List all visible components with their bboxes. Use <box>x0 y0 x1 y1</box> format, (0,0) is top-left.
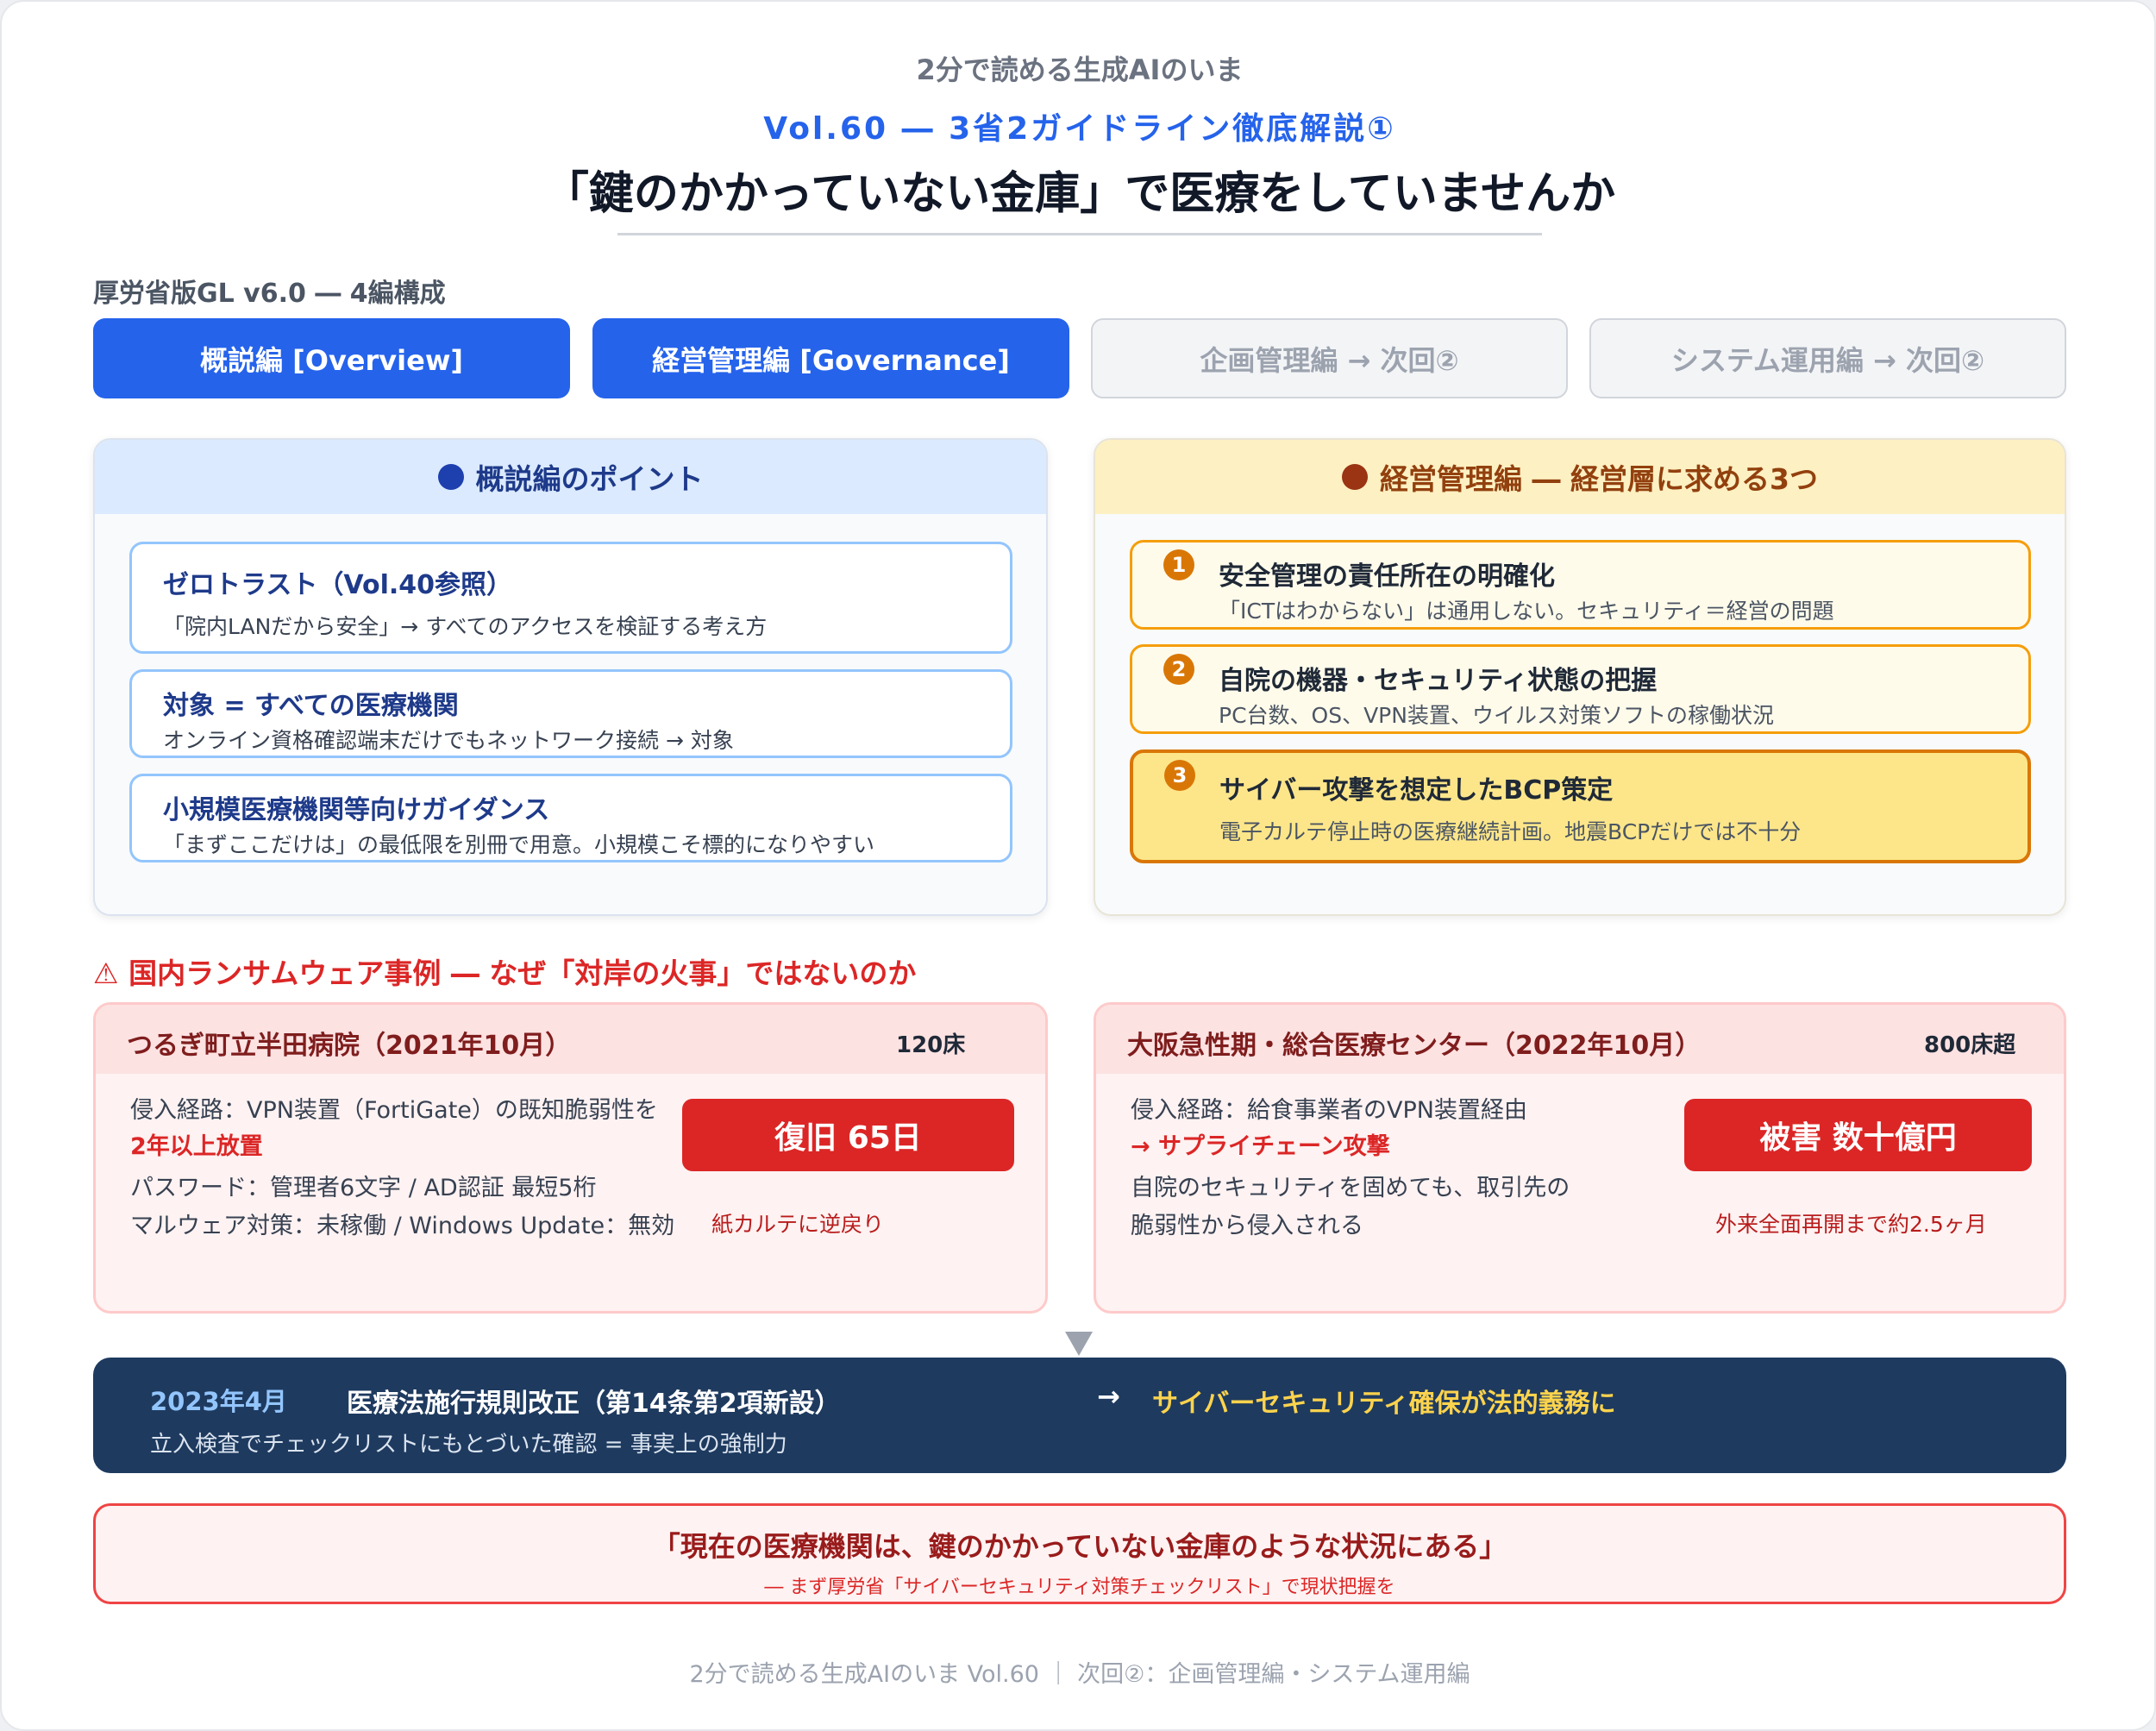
tab-governance[interactable]: 経営管理編 [Governance] <box>592 318 1069 398</box>
bullet-dot-icon <box>437 464 464 490</box>
down-arrow-icon <box>1065 1332 1093 1356</box>
overview-panel: 概説編のポイント ゼロトラスト（Vol.40参照） 「院内LANだから安全」→ … <box>93 438 1048 916</box>
recovery-badge: 復旧 65日 <box>682 1099 1014 1171</box>
case-title: つるぎ町立半田病院（2021年10月） <box>127 1031 572 1061</box>
infographic-page: 2分で読める生成AIのいま Vol.60 ― 3省2ガイドライン徹底解説① 「鍵… <box>0 0 2156 1731</box>
governance-item-1: 1 安全管理の責任所在の明確化 「ICTはわからない」は通用しない。セキュリティ… <box>1130 540 2031 630</box>
quote-main: 「現在の医療機関は、鍵のかかっていない金庫のような状況にある」 <box>652 1530 1507 1563</box>
law-amendment-bar: 2023年4月 医療法施行規則改正（第14条第2項新設） → サイバーセキュリテ… <box>93 1358 2066 1473</box>
case-line-highlight: 2年以上放置 <box>130 1133 263 1160</box>
number-1-icon: 1 <box>1163 549 1194 580</box>
overview-card-small-clinic: 小規模医療機関等向けガイダンス 「まずここだけは」の最低限を別冊で用意。小規模こ… <box>129 774 1012 862</box>
card-title: ゼロトラスト（Vol.40参照） <box>163 570 513 600</box>
case-line: マルウェア対策：未稼働 / Windows Update：無効 <box>130 1213 675 1239</box>
governance-heading: 経営管理編 ― 経営層に求める3つ <box>1380 462 1818 496</box>
case-title: 大阪急性期・総合医療センター（2022年10月） <box>1127 1031 1702 1061</box>
card-text: 「まずここだけは」の最低限を別冊で用意。小規模こそ標的になりやすい <box>163 832 875 857</box>
tab-planning[interactable]: 企画管理編 → 次回② <box>1091 318 1568 398</box>
item-title: サイバー攻撃を想定したBCP策定 <box>1219 775 1614 806</box>
damage-badge: 被害 数十億円 <box>1684 1099 2032 1171</box>
overview-panel-header: 概説編のポイント <box>95 440 1046 514</box>
case-line: 侵入経路：給食事業者のVPN装置経由 <box>1131 1097 1527 1124</box>
item-text: 電子カルテ停止時の医療継続計画。地震BCPだけでは不十分 <box>1219 819 1802 844</box>
tab-system-operations[interactable]: システム運用編 → 次回② <box>1589 318 2066 398</box>
law-subtext: 立入検査でチェックリストにもとづいた確認 = 事実上の強制力 <box>150 1432 787 1458</box>
governance-panel: 経営管理編 ― 経営層に求める3つ 1 安全管理の責任所在の明確化 「ICTはわ… <box>1094 438 2066 916</box>
ransomware-heading: ⚠ 国内ランサムウェア事例 ― なぜ「対岸の火事」ではないのか <box>93 956 917 990</box>
badge-note: 外来全面再開まで約2.5ヶ月 <box>1715 1212 1987 1237</box>
guideline-label: 厚労省版GL v6.0 ― 4編構成 <box>93 279 446 309</box>
item-text: PC台数、OS、VPN装置、ウイルス対策ソフトの稼働状況 <box>1219 703 1774 728</box>
footer: 2分で読める生成AIのいま Vol.60 ｜ 次回②：企画管理編・システム運用編 <box>689 1661 1470 1688</box>
overview-card-scope: 対象 = すべての医療機関 オンライン資格確認端末だけでもネットワーク接続 → … <box>129 669 1012 758</box>
card-title: 小規模医療機関等向けガイダンス <box>163 795 550 825</box>
law-date: 2023年4月 <box>150 1387 287 1416</box>
volume-subtitle: Vol.60 ― 3省2ガイドライン徹底解説① <box>763 111 1396 147</box>
case-beds: 800床超 <box>1924 1032 2016 1058</box>
law-name: 医療法施行規則改正（第14条第2項新設） <box>347 1389 841 1419</box>
case-line: 侵入経路：VPN装置（FortiGate）の既知脆弱性を <box>130 1097 658 1124</box>
series-name: 2分で読める生成AIのいま <box>916 53 1244 86</box>
quote-box: 「現在の医療機関は、鍵のかかっていない金庫のような状況にある」 ― まず厚労省「… <box>93 1503 2066 1604</box>
bullet-dot-icon <box>1342 464 1369 490</box>
case-beds: 120床 <box>896 1032 966 1058</box>
law-result: サイバーセキュリティ確保が法的義務に <box>1152 1389 1616 1419</box>
page-title: 「鍵のかかっていない金庫」で医療をしていませんか <box>543 168 1616 220</box>
item-text: 「ICTはわからない」は通用しない。セキュリティ＝経営の問題 <box>1219 599 1834 624</box>
number-2-icon: 2 <box>1163 654 1194 685</box>
case-header: つるぎ町立半田病院（2021年10月） 120床 <box>96 1005 1045 1074</box>
tab-overview[interactable]: 概説編 [Overview] <box>93 318 570 398</box>
item-title: 安全管理の責任所在の明確化 <box>1219 561 1555 592</box>
governance-item-2: 2 自院の機器・セキュリティ状態の把握 PC台数、OS、VPN装置、ウイルス対策… <box>1130 644 2031 734</box>
right-arrow-icon: → <box>1097 1380 1120 1413</box>
title-divider <box>617 233 1542 235</box>
item-title: 自院の機器・セキュリティ状態の把握 <box>1219 666 1658 696</box>
overview-card-zero-trust: ゼロトラスト（Vol.40参照） 「院内LANだから安全」→ すべてのアクセスを… <box>129 542 1012 654</box>
governance-panel-header: 経営管理編 ― 経営層に求める3つ <box>1095 440 2065 514</box>
badge-note: 紙カルテに逆戻り <box>711 1212 885 1237</box>
case-handa-hospital: つるぎ町立半田病院（2021年10月） 120床 侵入経路：VPN装置（Fort… <box>93 1002 1048 1314</box>
number-3-icon: 3 <box>1164 760 1195 791</box>
overview-heading: 概説編のポイント <box>475 462 704 496</box>
case-line: 脆弱性から侵入される <box>1131 1213 1363 1239</box>
case-osaka-center: 大阪急性期・総合医療センター（2022年10月） 800床超 侵入経路：給食事業… <box>1094 1002 2066 1314</box>
card-title: 対象 = すべての医療機関 <box>163 691 459 721</box>
card-text: 「院内LANだから安全」→ すべてのアクセスを検証する考え方 <box>163 614 768 639</box>
case-line: 自院のセキュリティを固めても、取引先の <box>1131 1175 1570 1201</box>
card-text: オンライン資格確認端末だけでもネットワーク接続 → 対象 <box>163 728 734 753</box>
governance-item-3: 3 サイバー攻撃を想定したBCP策定 電子カルテ停止時の医療継続計画。地震BCP… <box>1130 749 2031 863</box>
case-line-highlight: → サプライチェーン攻撃 <box>1131 1133 1390 1160</box>
case-header: 大阪急性期・総合医療センター（2022年10月） 800床超 <box>1096 1005 2064 1074</box>
case-line: パスワード：管理者6文字 / AD認証 最短5桁 <box>130 1175 597 1201</box>
quote-sub: ― まず厚労省「サイバーセキュリティ対策チェックリスト」で現状把握を <box>764 1577 1395 1598</box>
